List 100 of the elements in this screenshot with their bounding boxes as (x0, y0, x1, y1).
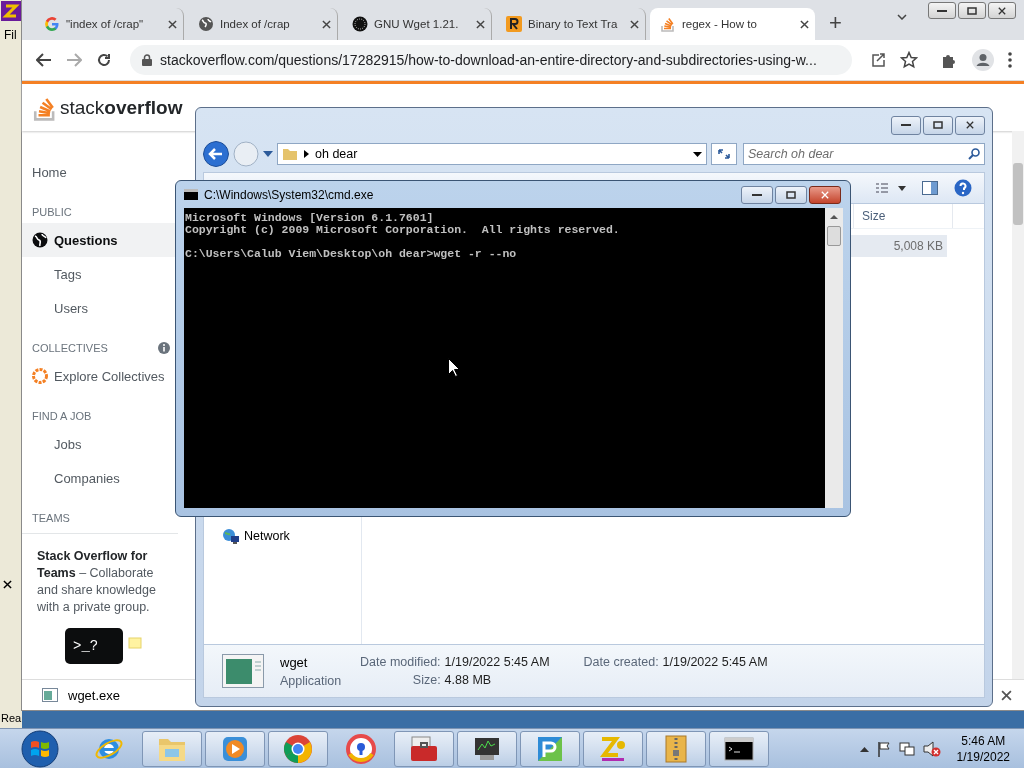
back-icon[interactable] (36, 53, 52, 67)
promo-text: Stack Overflow for Teams – Collaborate and share knowledge with a private group. (37, 548, 157, 616)
browser-tab[interactable]: GNU Wget 1.21. (342, 8, 492, 40)
dotted-circle-icon (352, 16, 368, 32)
star-badge-icon (32, 368, 48, 384)
tab-close-icon[interactable] (800, 19, 809, 29)
share-icon[interactable] (870, 52, 886, 68)
tab-close-icon[interactable] (476, 19, 485, 29)
maximize-button[interactable] (775, 185, 807, 204)
section-heading: TEAMS (32, 512, 70, 524)
star-icon[interactable] (900, 51, 918, 69)
minimize-button[interactable] (891, 115, 921, 135)
scrollbar[interactable] (825, 208, 843, 508)
globe-icon (32, 232, 48, 248)
reload-icon[interactable] (96, 52, 112, 68)
speaker-muted-icon[interactable] (922, 740, 941, 757)
maximize-button[interactable] (958, 2, 986, 19)
cursor-icon (448, 358, 460, 377)
split-square-icon (536, 734, 564, 763)
chevron-icon (304, 150, 309, 158)
window-title: C:\Windows\System32\cmd.exe (204, 187, 374, 202)
scroll-thumb[interactable] (827, 226, 841, 246)
preview-pane-icon[interactable] (922, 181, 938, 195)
browser-tab[interactable]: "index of /crap" (34, 8, 184, 40)
column-header[interactable]: Size (853, 204, 953, 228)
flag-icon[interactable] (876, 740, 891, 757)
zigzag-icon (598, 734, 628, 763)
view-options-icon[interactable] (876, 183, 906, 193)
close-button[interactable] (809, 185, 841, 204)
address-field[interactable]: stackoverflow.com/questions/17282915/how-to-download-an-entire-directory-and-subdirectories-using-w... (130, 45, 852, 75)
avatar-icon[interactable] (972, 49, 994, 71)
close-icon[interactable] (3, 580, 12, 589)
taskbar-button[interactable] (457, 730, 517, 767)
browser-tab[interactable]: Index of /crap (188, 8, 338, 40)
minimize-button[interactable] (928, 2, 956, 19)
file-name: wget (280, 654, 309, 670)
menu-item[interactable]: Fil (0, 22, 22, 42)
segmented-circle-icon (283, 733, 313, 764)
search-icon (968, 148, 980, 160)
field-value: 1/19/2022 5:45 AM (444, 655, 550, 669)
console-icon (184, 189, 198, 200)
sidebar-link[interactable]: Jobs (22, 427, 178, 461)
help-icon[interactable] (954, 179, 972, 197)
clock[interactable]: 5:46 AM 1/19/2022 (956, 732, 1010, 765)
taskbar-button[interactable] (709, 730, 769, 767)
caret-icon[interactable] (693, 151, 702, 157)
search-field[interactable]: Search oh dear (743, 143, 985, 165)
sidebar-link[interactable]: Tags (22, 257, 178, 291)
close-icon[interactable] (1001, 689, 1012, 701)
scroll-up-icon[interactable] (830, 214, 838, 219)
field-label: Size: (411, 673, 441, 687)
sidebar-link[interactable]: Explore Collectives (22, 359, 178, 393)
sidebar-link[interactable]: Users (22, 291, 178, 325)
maximize-icon (967, 6, 977, 15)
g-logo-icon (44, 16, 60, 32)
sidebar-link[interactable]: Questions (22, 223, 178, 257)
maximize-icon (933, 121, 943, 129)
sidebar-link[interactable]: Home (22, 155, 178, 189)
application-icon (42, 688, 58, 702)
download-item[interactable]: wget.exe (42, 687, 121, 703)
close-icon[interactable] (998, 6, 1006, 15)
field-value: 4.88 MB (444, 673, 493, 687)
section-heading: PUBLIC (32, 206, 72, 218)
square-icon (506, 16, 522, 32)
console-line: Copyright (c) 2009 Microsoft Corporation. All rights reserved. (185, 224, 621, 236)
info-icon[interactable] (158, 342, 170, 354)
play-icon (221, 734, 249, 763)
section-heading: FIND A JOB (32, 410, 92, 422)
minimize-button[interactable] (741, 185, 773, 204)
close-icon[interactable] (966, 121, 974, 129)
status-text: Rea (0, 712, 22, 726)
network-icon[interactable] (898, 740, 915, 757)
tab-close-icon[interactable] (630, 19, 639, 29)
command-line[interactable]: C:\Users\Calub Viem\Desktop\oh dear>wget -r --no (185, 248, 824, 260)
browser-tab[interactable]: Binary to Text Tra (496, 8, 646, 40)
tab-close-icon[interactable] (168, 19, 177, 29)
show-hidden-icons-icon[interactable] (859, 745, 869, 752)
address-field[interactable]: oh dear (277, 143, 707, 165)
refresh-button[interactable] (711, 143, 737, 165)
application-icon (222, 654, 264, 688)
new-tab-button[interactable]: + (829, 12, 842, 34)
lock-icon (142, 54, 152, 66)
start-button[interactable] (19, 729, 61, 768)
tab-close-icon[interactable] (322, 19, 331, 29)
browser-tab[interactable]: regex - How to (650, 8, 815, 40)
minimize-icon (901, 123, 911, 127)
sidebar-link[interactable]: Companies (22, 461, 178, 495)
caret-icon[interactable] (897, 14, 907, 20)
back-button[interactable] (203, 141, 229, 167)
maximize-button[interactable] (923, 115, 953, 135)
globe-icon (198, 16, 214, 32)
menu-icon[interactable] (1008, 52, 1012, 68)
file-type: Application (280, 673, 343, 688)
refresh-icon (716, 147, 732, 161)
section-heading: COLLECTIVES (32, 342, 108, 354)
keyhole-circle-icon (346, 733, 376, 764)
maximize-icon (786, 190, 796, 199)
close-button[interactable] (988, 2, 1016, 19)
nav-item[interactable]: Network (204, 528, 361, 544)
scrollbar[interactable] (1012, 131, 1024, 679)
